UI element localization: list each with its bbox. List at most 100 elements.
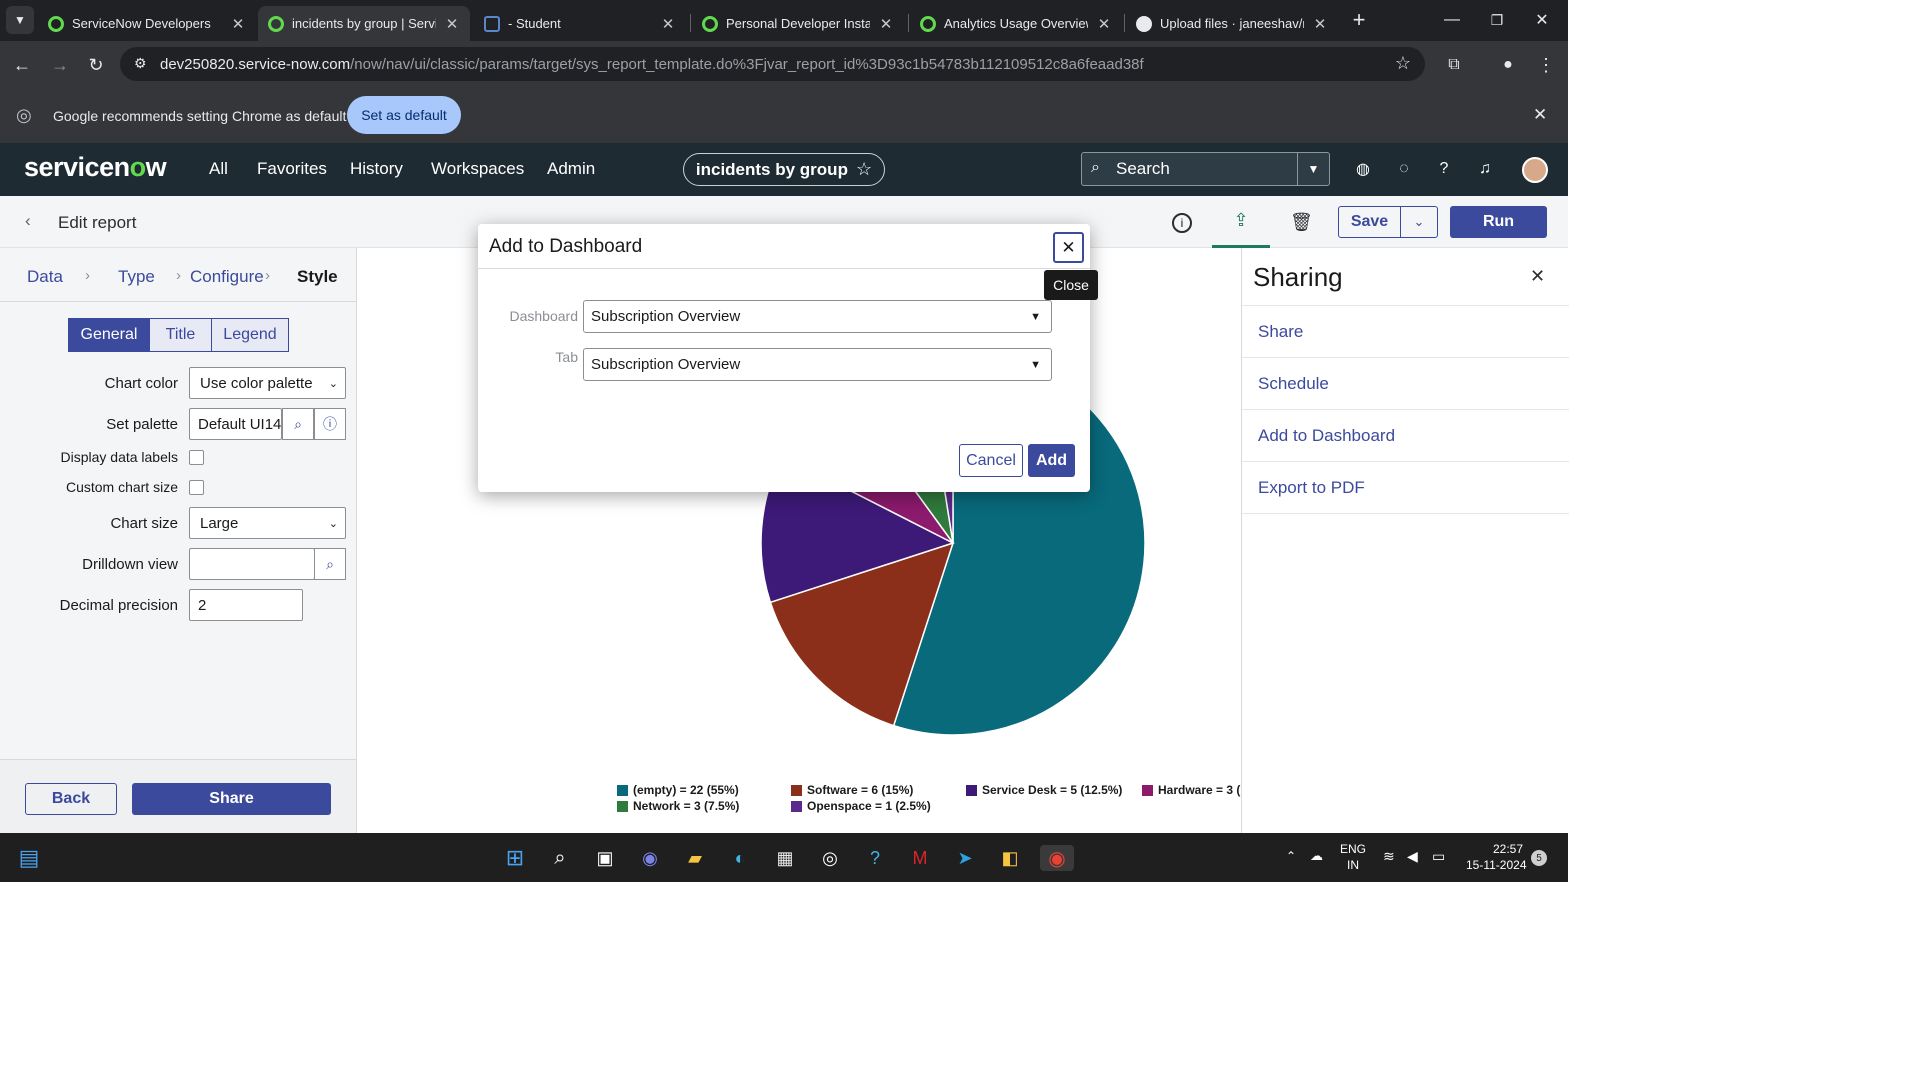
bookmark-star-icon[interactable]: ☆ (1395, 53, 1411, 74)
step-type[interactable]: Type (118, 267, 155, 287)
tab-general[interactable]: General (68, 318, 150, 352)
palette-field[interactable]: Default UI14 (189, 408, 282, 440)
start-icon[interactable]: ⊞ (502, 845, 528, 871)
browser-tab[interactable]: Upload files · janeeshav/na ✕ (1126, 6, 1338, 41)
browser-tab[interactable]: Analytics Usage Overview | ✕ (910, 6, 1122, 41)
infobar-close-icon[interactable]: ✕ (1533, 105, 1547, 125)
wifi-icon[interactable]: ≋ (1383, 848, 1395, 865)
telegram-icon[interactable]: ➤ (952, 845, 978, 871)
chat-app-icon[interactable]: ◉ (637, 845, 663, 871)
dashboard-select[interactable]: Subscription Overview ▼ (583, 300, 1052, 333)
search-icon[interactable]: ⌕ (547, 845, 573, 871)
sharing-share-link[interactable]: Share (1242, 306, 1569, 358)
save-options-chevron-icon[interactable]: ⌄ (1400, 206, 1438, 238)
chrome-icon[interactable]: ◉ (1040, 845, 1074, 871)
close-tab-icon[interactable]: ✕ (1312, 15, 1328, 33)
share-export-icon[interactable]: ⇪ (1212, 196, 1270, 248)
page-title-pill[interactable]: incidents by group ☆ (683, 153, 885, 186)
set-as-default-button[interactable]: Set as default (347, 96, 461, 134)
add-button[interactable]: Add (1028, 444, 1075, 477)
display-data-labels-checkbox[interactable] (189, 450, 204, 465)
custom-chart-size-checkbox[interactable] (189, 480, 204, 495)
chart-color-select[interactable]: Use color palette ⌄ (189, 367, 346, 399)
region-indicator[interactable]: IN (1347, 858, 1359, 872)
restore-icon[interactable]: ❐ (1483, 6, 1511, 34)
search-scope-dropdown[interactable]: ▼ (1297, 153, 1329, 185)
window-close-icon[interactable]: ✕ (1528, 6, 1556, 34)
site-info-icon[interactable]: ⚙ (134, 55, 147, 72)
clock-date[interactable]: 15-11-2024 (1466, 858, 1527, 872)
step-configure[interactable]: Configure (190, 267, 264, 287)
decimal-precision-field[interactable]: 2 (189, 589, 303, 621)
edge-icon[interactable]: ◐ (727, 845, 753, 871)
tray-chevron-icon[interactable]: ⌃ (1286, 849, 1296, 863)
browser-tab-active[interactable]: incidents by group | Servic ✕ (258, 6, 470, 41)
extensions-icon[interactable]: ⧉ (1440, 51, 1468, 79)
avatar[interactable] (1522, 157, 1548, 183)
share-button[interactable]: Share (132, 783, 331, 815)
back-button[interactable]: Back (25, 783, 117, 815)
battery-icon[interactable]: ▭ (1432, 848, 1445, 865)
save-button[interactable]: Save (1338, 206, 1401, 238)
clock-time[interactable]: 22:57 (1493, 842, 1523, 856)
tab-search-icon[interactable]: ▼ (6, 6, 34, 34)
store-icon[interactable]: ▦ (772, 845, 798, 871)
browser-tab[interactable]: - Student ✕ (474, 6, 686, 41)
cancel-button[interactable]: Cancel (959, 444, 1023, 477)
reload-icon[interactable]: ↻ (82, 51, 110, 79)
servicenow-logo[interactable]: servicenow (24, 152, 167, 183)
drilldown-view-field[interactable] (189, 548, 315, 580)
trash-icon[interactable]: 🗑 (1290, 212, 1313, 233)
legend-item-empty[interactable]: (empty) = 22 (55%) (617, 783, 739, 797)
language-indicator[interactable]: ENG (1340, 842, 1366, 856)
new-tab-icon[interactable]: + (1345, 6, 1373, 34)
modal-close-icon[interactable]: ✕ (1053, 232, 1084, 263)
file-explorer-icon[interactable]: ▰ (682, 845, 708, 871)
sharing-export-pdf-link[interactable]: Export to PDF (1242, 462, 1569, 514)
tab-title[interactable]: Title (149, 318, 212, 352)
globe-icon[interactable]: ◍ (1353, 159, 1373, 179)
favorite-star-icon[interactable]: ☆ (856, 159, 872, 180)
step-style[interactable]: Style (297, 267, 338, 287)
chart-size-select[interactable]: Large ⌄ (189, 507, 346, 539)
widgets-icon[interactable]: ▤ (16, 845, 42, 871)
legend-item-network[interactable]: Network = 3 (7.5%) (617, 799, 739, 813)
nav-favorites[interactable]: Favorites (257, 159, 327, 179)
palette-search-icon[interactable]: ⌕ (282, 408, 314, 440)
browser-tab[interactable]: ServiceNow Developers ✕ (38, 6, 256, 41)
mcafee-icon[interactable]: M (907, 845, 933, 871)
legend-item-hardware[interactable]: Hardware = 3 ( (1142, 783, 1240, 797)
profile-icon[interactable]: ● (1494, 51, 1522, 79)
sticky-notes-icon[interactable]: ◧ (997, 845, 1023, 871)
global-search[interactable]: ⌕ Search ▼ (1081, 152, 1330, 186)
sharing-schedule-link[interactable]: Schedule (1242, 358, 1569, 410)
nav-admin[interactable]: Admin (547, 159, 595, 179)
info-icon[interactable]: i (1172, 213, 1192, 233)
volume-icon[interactable]: ◀ (1407, 848, 1418, 865)
nav-history[interactable]: History (350, 159, 403, 179)
close-tab-icon[interactable]: ✕ (444, 15, 460, 33)
minimize-icon[interactable]: — (1438, 6, 1466, 34)
edit-report-label[interactable]: Edit report (58, 213, 136, 233)
app-icon[interactable]: ◎ (817, 845, 843, 871)
close-tab-icon[interactable]: ✕ (878, 15, 894, 33)
address-bar[interactable]: ⚙ dev250820.service-now.com/now/nav/ui/c… (120, 47, 1425, 81)
sharing-add-to-dashboard-link[interactable]: Add to Dashboard (1242, 410, 1569, 462)
nav-workspaces[interactable]: Workspaces (431, 159, 524, 179)
sharing-close-icon[interactable]: ✕ (1530, 266, 1545, 287)
legend-item-service-desk[interactable]: Service Desk = 5 (12.5%) (966, 783, 1122, 797)
palette-info-icon[interactable]: ⓘ (314, 408, 346, 440)
chrome-menu-icon[interactable]: ⋮ (1532, 51, 1560, 79)
close-tab-icon[interactable]: ✕ (230, 15, 246, 33)
tab-legend[interactable]: Legend (211, 318, 289, 352)
back-arrow-icon[interactable]: ← (8, 51, 36, 79)
task-view-icon[interactable]: ▣ (592, 845, 618, 871)
bell-icon[interactable]: ♫ (1475, 159, 1495, 179)
notification-badge[interactable]: 5 (1531, 850, 1547, 866)
forward-arrow-icon[interactable]: → (46, 51, 74, 79)
help-app-icon[interactable]: ? (862, 845, 888, 871)
nav-all[interactable]: All (209, 159, 228, 179)
network-tray-icon[interactable]: ☁ (1310, 848, 1323, 864)
browser-tab[interactable]: Personal Developer Instanc ✕ (692, 6, 904, 41)
help-icon[interactable]: ? (1434, 159, 1454, 179)
